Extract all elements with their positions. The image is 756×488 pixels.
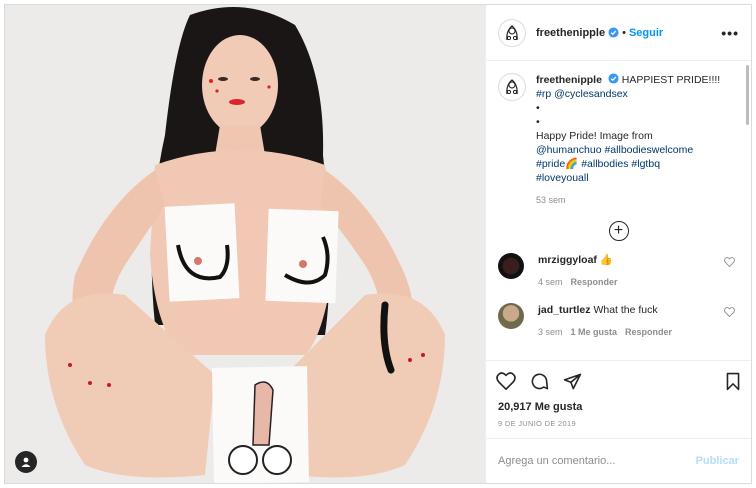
comment-button[interactable] bbox=[530, 372, 549, 391]
hashtag-allbodies[interactable]: #allbodies bbox=[581, 158, 628, 170]
like-button[interactable] bbox=[496, 372, 516, 390]
more-options-button[interactable]: ••• bbox=[721, 25, 739, 41]
save-button[interactable] bbox=[725, 372, 741, 391]
post-header: freethenipple • Seguir ••• bbox=[486, 5, 751, 61]
comment-composer: Publicar bbox=[486, 439, 751, 483]
comment-time[interactable]: 3 sem bbox=[538, 327, 563, 337]
verified-badge-icon bbox=[608, 27, 619, 38]
caption-username[interactable]: freethenipple bbox=[536, 74, 602, 86]
load-more-row: + bbox=[498, 221, 739, 241]
heart-icon[interactable] bbox=[724, 307, 735, 317]
commenter-avatar[interactable] bbox=[498, 253, 524, 279]
heart-icon bbox=[496, 372, 516, 390]
caption-mention[interactable]: @humanchuo bbox=[536, 144, 602, 156]
author-username[interactable]: freethenipple bbox=[536, 27, 605, 39]
logo-icon bbox=[506, 24, 518, 40]
caption-body-text: Happy Pride! Image from bbox=[536, 130, 653, 142]
caption-text: freethenipple HAPPIEST PRIDE!!!! #rp @cy… bbox=[536, 73, 732, 207]
separator-dot: • bbox=[622, 26, 626, 39]
post-sidebar: freethenipple • Seguir ••• freethenipple… bbox=[485, 5, 751, 483]
post-image[interactable] bbox=[5, 5, 485, 483]
comment-text: 👍 bbox=[599, 254, 613, 266]
verified-badge-icon bbox=[608, 73, 619, 84]
post-container: freethenipple • Seguir ••• freethenipple… bbox=[4, 4, 752, 484]
comment-time[interactable]: 4 sem bbox=[538, 277, 563, 287]
hashtag-lgtbq[interactable]: #lgtbq bbox=[631, 158, 660, 170]
user-tag-icon bbox=[21, 457, 31, 467]
rainbow-emoji: 🌈 bbox=[565, 158, 579, 170]
comment-item: jad_turtlez What the fuck 3 sem 1 Me gust… bbox=[498, 303, 739, 339]
comment-text: What the fuck bbox=[593, 304, 658, 316]
publish-button[interactable]: Publicar bbox=[696, 455, 739, 467]
caption-headline: HAPPIEST PRIDE!!!! bbox=[621, 74, 721, 86]
bookmark-icon bbox=[726, 372, 740, 390]
follow-button[interactable]: Seguir bbox=[629, 27, 663, 39]
reply-button[interactable]: Responder bbox=[571, 277, 618, 287]
commenter-username[interactable]: jad_turtlez bbox=[538, 304, 591, 316]
paper-plane-icon bbox=[563, 373, 582, 389]
comment-icon bbox=[531, 373, 549, 389]
post-caption: freethenipple HAPPIEST PRIDE!!!! #rp @cy… bbox=[498, 73, 739, 207]
user-tag-button[interactable] bbox=[15, 451, 37, 473]
hashtag-allbodieswelcome[interactable]: #allbodieswelcome bbox=[604, 144, 693, 156]
comment-input[interactable] bbox=[498, 455, 696, 467]
photo-illustration bbox=[5, 5, 485, 483]
caption-avatar[interactable] bbox=[498, 73, 526, 101]
comment-likes[interactable]: 1 Me gusta bbox=[571, 327, 618, 337]
share-button[interactable] bbox=[563, 372, 582, 391]
caption-timestamp[interactable]: 53 sem bbox=[536, 193, 732, 207]
post-date[interactable]: 9 DE JUNIO DE 2019 bbox=[486, 413, 751, 439]
hashtag-pride[interactable]: #pride bbox=[536, 158, 565, 170]
plus-circle-icon[interactable]: + bbox=[608, 221, 629, 241]
author-avatar[interactable] bbox=[498, 18, 526, 47]
likes-count[interactable]: 20,917 Me gusta bbox=[486, 401, 751, 413]
caption-rp-line[interactable]: #rp @cyclesandsex bbox=[536, 87, 732, 101]
action-bar bbox=[486, 361, 751, 401]
reply-button[interactable]: Responder bbox=[625, 327, 672, 337]
comment-body: mrziggyloaf 👍 4 sem Responder bbox=[538, 253, 626, 289]
caption-dots-1: • bbox=[536, 102, 540, 114]
comments-section[interactable]: freethenipple HAPPIEST PRIDE!!!! #rp @cy… bbox=[486, 61, 751, 361]
commenter-username[interactable]: mrziggyloaf bbox=[538, 254, 597, 266]
scrollbar[interactable] bbox=[746, 65, 749, 125]
logo-icon bbox=[506, 79, 518, 95]
comment-item: mrziggyloaf 👍 4 sem Responder bbox=[498, 253, 739, 289]
hashtag-loveyouall[interactable]: #loveyouall bbox=[536, 171, 732, 185]
heart-icon[interactable] bbox=[724, 257, 735, 267]
caption-dots-2: • bbox=[536, 116, 540, 128]
comment-body: jad_turtlez What the fuck 3 sem 1 Me gust… bbox=[538, 303, 680, 339]
commenter-avatar[interactable] bbox=[498, 303, 524, 329]
